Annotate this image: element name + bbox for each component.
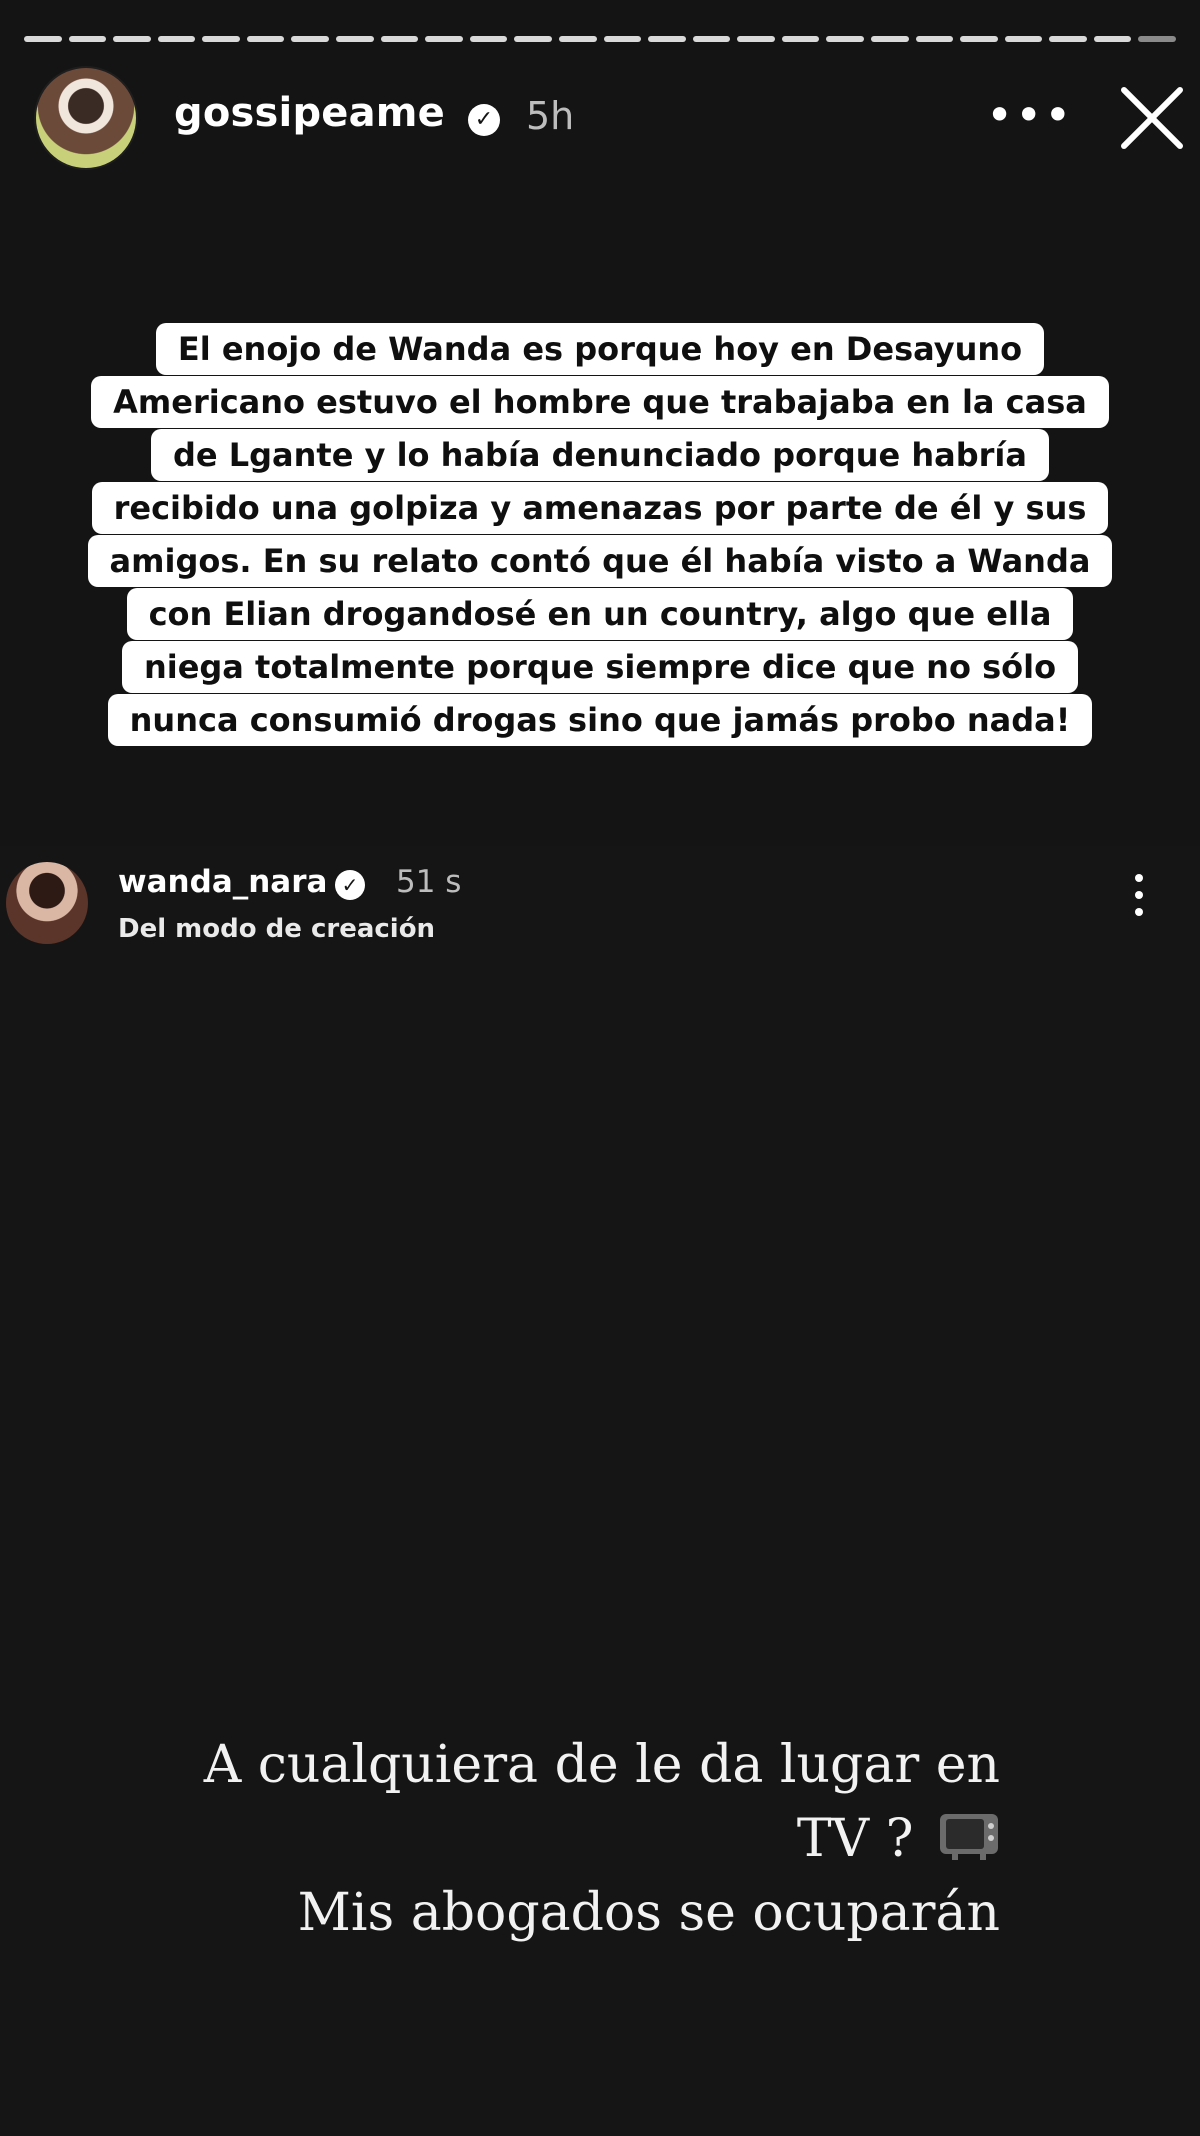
- repost-caption: A cualquiera de le da lugar en TV ? Mis …: [160, 1728, 1000, 1950]
- post-time: 5h: [526, 94, 575, 138]
- overlay-line: nunca consumió drogas sino que jamás pro…: [107, 694, 1093, 746]
- repost-username[interactable]: wanda_nara: [118, 864, 327, 900]
- progress-segment: [336, 36, 374, 42]
- progress-segment: [425, 36, 463, 42]
- progress-segment: [24, 36, 62, 42]
- progress-segment: [514, 36, 552, 42]
- verified-badge-icon: ✓: [468, 104, 500, 136]
- progress-segment: [1093, 36, 1132, 42]
- progress-segment: [1049, 36, 1087, 42]
- progress-segment: [826, 36, 864, 42]
- ellipsis-vertical-icon[interactable]: [1132, 874, 1146, 920]
- story-progress-bar: [24, 36, 1177, 44]
- progress-segment: [870, 36, 909, 42]
- progress-segment: [291, 36, 330, 42]
- progress-segment: [202, 36, 240, 42]
- overlay-line: El enojo de Wanda es porque hoy en Desay…: [155, 323, 1045, 375]
- progress-segment: [113, 36, 151, 42]
- progress-segment: [737, 36, 775, 42]
- repost-time: 51 s: [396, 864, 462, 900]
- overlay-line: con Elian drogandosé en un country, algo…: [126, 588, 1074, 640]
- progress-segment: [1138, 36, 1177, 42]
- caption-line-2: TV ?: [160, 1802, 1000, 1876]
- progress-segment: [648, 36, 686, 42]
- reposted-story: wanda_nara ✓ 51 s Del modo de creación A…: [0, 846, 1200, 2136]
- overlay-line: recibido una golpiza y amenazas por part…: [91, 482, 1109, 534]
- ellipsis-horizontal-icon[interactable]: •••: [986, 88, 1073, 142]
- story-header: gossipeame ✓ 5h •••: [36, 68, 1183, 172]
- repost-avatar[interactable]: [6, 862, 88, 944]
- progress-segment: [781, 36, 820, 42]
- caption-line: Mis abogados se ocuparán: [297, 1883, 1000, 1943]
- progress-segment: [469, 36, 508, 42]
- avatar[interactable]: [36, 68, 136, 168]
- progress-segment: [915, 36, 954, 42]
- overlay-line: de Lgante y lo había denunciado porque h…: [151, 429, 1049, 481]
- progress-segment: [960, 36, 998, 42]
- overlay-line: amigos. En su relato contó que él había …: [87, 535, 1113, 587]
- progress-segment: [603, 36, 642, 42]
- progress-segment: [692, 36, 731, 42]
- progress-segment: [68, 36, 107, 42]
- close-icon[interactable]: [1102, 68, 1200, 168]
- television-icon: [940, 1814, 998, 1860]
- verified-badge-icon: ✓: [335, 870, 365, 900]
- progress-segment: [246, 36, 285, 42]
- progress-segment: [380, 36, 419, 42]
- caption-line: A cualquiera de le da lugar en: [203, 1735, 1000, 1795]
- story-text-overlay: El enojo de Wanda es porque hoy en Desay…: [52, 322, 1148, 748]
- progress-segment: [157, 36, 196, 42]
- username[interactable]: gossipeame: [174, 90, 445, 136]
- overlay-line: Americano estuvo el hombre que trabajaba…: [91, 376, 1109, 428]
- progress-segment: [558, 36, 597, 42]
- progress-segment: [1004, 36, 1043, 42]
- repost-subtitle: Del modo de creación: [118, 914, 436, 944]
- caption-text: TV ?: [796, 1809, 914, 1869]
- overlay-line: niega totalmente porque siempre dice que…: [121, 641, 1079, 693]
